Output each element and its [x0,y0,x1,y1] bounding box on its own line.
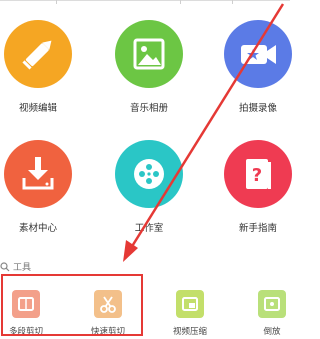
app-label: 视频编辑 [18,103,57,114]
tool-video-compress[interactable]: 视频压缩 [160,290,220,337]
image-icon [133,38,165,70]
app-label: 工作室 [134,223,164,234]
reverse-tile [258,290,286,318]
search-icon [0,261,10,271]
app-label: 素材中心 [18,223,57,234]
compress-icon [182,297,198,311]
app-label: 拍摄录像 [238,103,277,114]
beginner-guide-circle: ? [224,140,292,208]
tools-heading-label: 工具 [13,263,32,273]
app-label: 音乐相册 [129,103,168,114]
app-beginner-guide[interactable]: ? 新手指南 [218,140,298,234]
reverse-play-icon [264,297,280,311]
tool-label: 倒放 [263,327,281,337]
pencil-icon [22,40,52,70]
top-border [0,0,290,1]
studio-circle [115,140,183,208]
video-edit-circle [4,20,72,88]
video-compress-tile [176,290,204,318]
top-divider [56,0,57,4]
svg-text:?: ? [252,165,262,186]
highlight-box [1,274,143,336]
app-shoot-record[interactable]: 拍摄录像 [218,20,298,114]
video-camera-icon [241,45,276,64]
top-divider [180,0,181,4]
app-music-album[interactable]: 音乐相册 [109,20,189,114]
top-divider [232,0,233,4]
material-center-circle [4,140,72,208]
tools-heading: 工具 [0,260,31,273]
app-studio[interactable]: 工作室 [109,140,189,234]
film-reel-icon [134,159,164,189]
app-video-edit[interactable]: 视频编辑 [0,20,78,114]
app-label: 新手指南 [238,223,277,234]
app-material-center[interactable]: 素材中心 [0,140,78,234]
tool-reverse[interactable]: 倒放 [242,290,302,337]
help-book-icon: ? [246,159,271,189]
shoot-record-circle [224,20,292,88]
music-album-circle [115,20,183,88]
tool-label: 视频压缩 [172,327,207,337]
download-tray-icon [22,157,54,190]
